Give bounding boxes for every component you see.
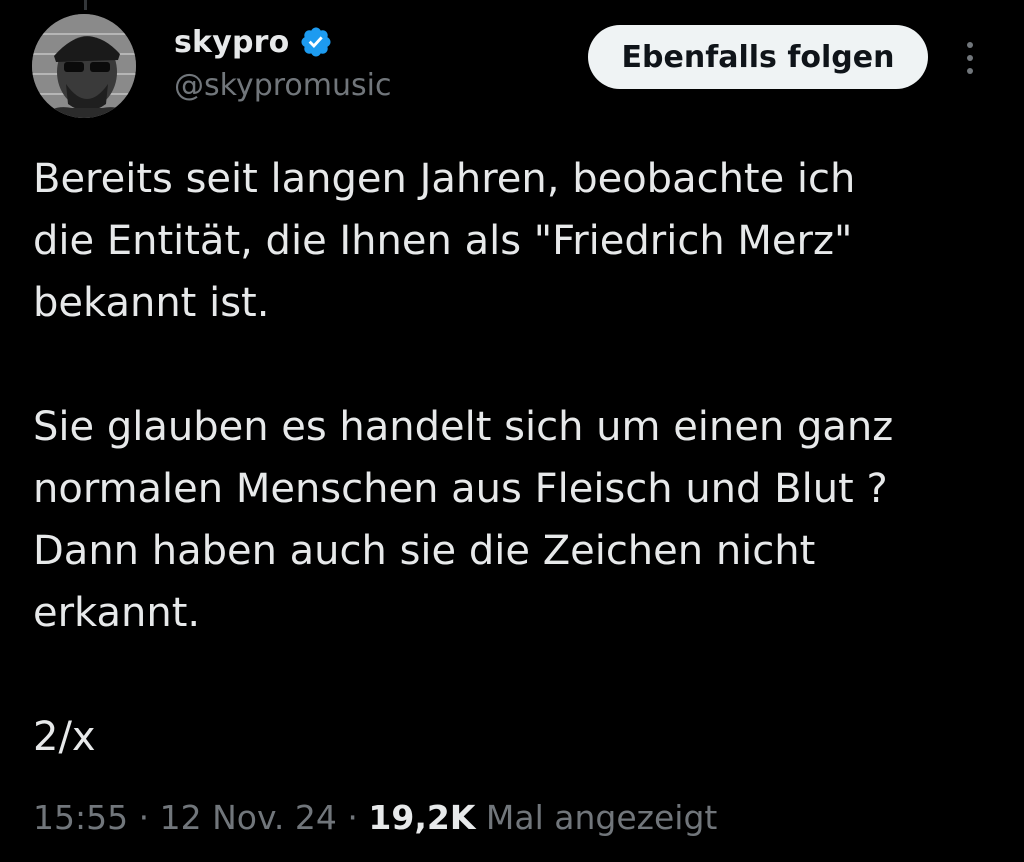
- follow-button[interactable]: Ebenfalls folgen: [588, 25, 928, 89]
- thread-connector-line: [84, 0, 87, 10]
- tweet-text: Bereits seit langen Jahren, beobachte ic…: [33, 148, 993, 768]
- user-handle[interactable]: @skypromusic: [174, 68, 391, 103]
- tweet-date[interactable]: 12 Nov. 24: [160, 798, 337, 837]
- tweet-line: Dann haben auch sie die Zeichen nicht: [33, 528, 816, 574]
- more-vertical-icon[interactable]: [955, 34, 985, 82]
- tweet-line: erkannt.: [33, 590, 201, 636]
- profile-photo: [32, 14, 136, 118]
- avatar[interactable]: [32, 14, 136, 118]
- views-count[interactable]: 19,2K: [368, 798, 475, 837]
- tweet-metadata: 15:55 · 12 Nov. 24 · 19,2K Mal angezeigt: [33, 798, 717, 837]
- tweet-line: die Entität, die Ihnen als "Friedrich Me…: [33, 218, 853, 264]
- meta-separator: ·: [138, 798, 150, 837]
- author-info: skypro @skypromusic: [174, 20, 391, 104]
- tweet-line: bekannt ist.: [33, 280, 270, 326]
- views-label: Mal angezeigt: [485, 798, 718, 837]
- tweet-line: Bereits seit langen Jahren, beobachte ic…: [33, 156, 856, 202]
- tweet-line: 2/x: [33, 714, 96, 760]
- verified-badge-icon: [299, 25, 333, 59]
- meta-separator: ·: [347, 798, 358, 837]
- display-name[interactable]: skypro: [174, 25, 289, 60]
- tweet-line: Sie glauben es handelt sich um einen gan…: [33, 404, 894, 450]
- tweet-line: normalen Menschen aus Fleisch und Blut ?: [33, 466, 888, 512]
- tweet-time[interactable]: 15:55: [33, 798, 128, 837]
